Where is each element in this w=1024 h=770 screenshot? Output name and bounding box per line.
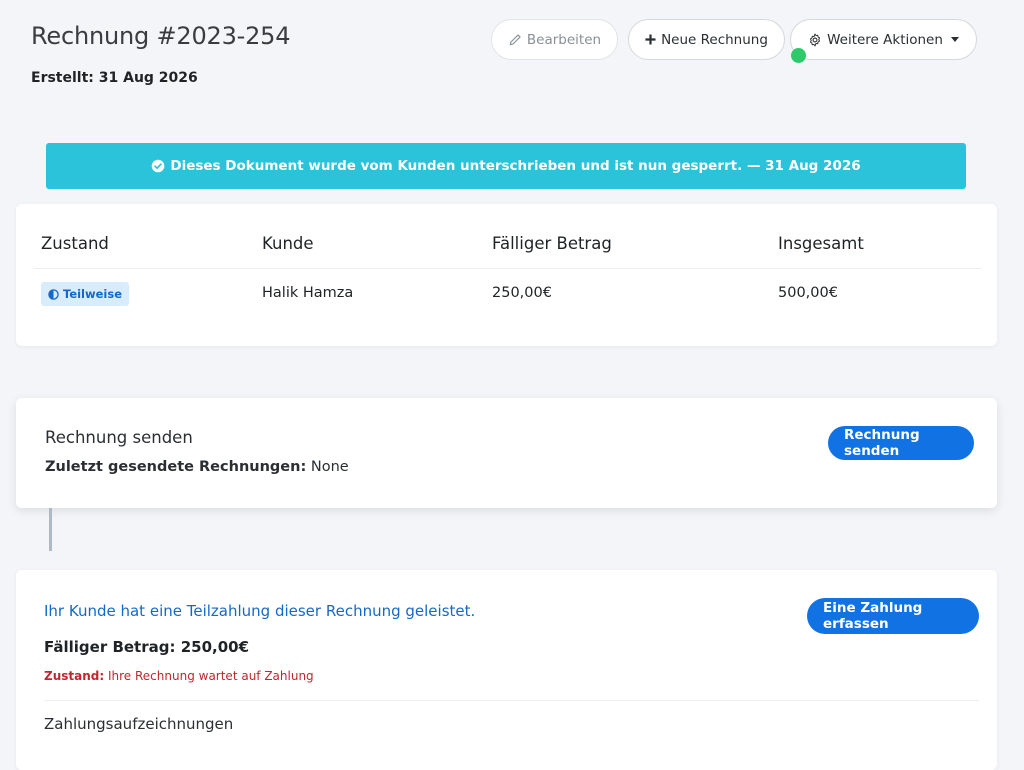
more-actions-label: Weitere Aktionen	[827, 31, 943, 48]
invoice-summary-card: Zustand Kunde Fälliger Betrag Insgesamt …	[16, 204, 997, 346]
payment-state-label: Zustand:	[44, 669, 105, 683]
total-value: 500,00€	[778, 285, 838, 301]
timeline-connector	[49, 508, 52, 551]
page-title: Rechnung #2023-254	[31, 22, 291, 50]
payment-card: Ihr Kunde hat eine Teilzahlung dieser Re…	[16, 570, 997, 770]
alert-text: Dieses Dokument wurde vom Kunden untersc…	[170, 158, 861, 174]
customer-name: Halik Hamza	[262, 285, 354, 301]
created-date: Erstellt: 31 Aug 2026	[31, 70, 198, 86]
locked-document-alert: Dieses Dokument wurde vom Kunden untersc…	[46, 143, 966, 189]
gear-icon	[808, 33, 822, 47]
amount-due-value: 250,00€	[492, 285, 552, 301]
payment-state: Zustand: Ihre Rechnung wartet auf Zahlun…	[44, 669, 314, 683]
payment-amount-due: Fälliger Betrag: 250,00€	[44, 638, 250, 656]
column-header-customer: Kunde	[262, 234, 314, 253]
column-header-total: Insgesamt	[778, 234, 864, 253]
send-invoice-card: Rechnung senden Zuletzt gesendete Rechnu…	[16, 398, 997, 508]
payment-state-value: Ihre Rechnung wartet auf Zahlung	[107, 669, 314, 683]
chevron-down-icon	[950, 37, 959, 42]
plus-icon	[645, 34, 656, 45]
payment-message: Ihr Kunde hat eine Teilzahlung dieser Re…	[44, 602, 476, 620]
column-header-amount-due: Fälliger Betrag	[492, 234, 612, 253]
pencil-icon	[508, 33, 522, 47]
more-actions-button[interactable]: Weitere Aktionen	[790, 19, 977, 60]
status-badge: Teilweise	[41, 282, 130, 306]
edit-button-label: Bearbeiten	[526, 31, 602, 48]
last-sent-label: Zuletzt gesendete Rechnungen:	[45, 459, 307, 475]
check-circle-icon	[151, 159, 165, 173]
payment-records-title: Zahlungsaufzeichnungen	[44, 715, 234, 733]
last-sent-info: Zuletzt gesendete Rechnungen: None	[45, 459, 349, 475]
column-header-status: Zustand	[41, 234, 109, 253]
status-badge-label: Teilweise	[63, 287, 123, 301]
payment-divider	[44, 700, 979, 701]
new-invoice-button[interactable]: Neue Rechnung	[628, 19, 785, 60]
table-divider	[34, 268, 981, 269]
last-sent-value: None	[310, 459, 349, 475]
edit-button[interactable]: Bearbeiten	[491, 19, 618, 60]
record-payment-button[interactable]: Eine Zahlung erfassen	[807, 598, 979, 634]
half-circle-icon	[48, 288, 59, 300]
status-indicator-dot	[791, 48, 806, 63]
send-invoice-title: Rechnung senden	[45, 428, 193, 447]
send-invoice-button[interactable]: Rechnung senden	[828, 426, 974, 460]
new-invoice-label: Neue Rechnung	[661, 31, 768, 48]
